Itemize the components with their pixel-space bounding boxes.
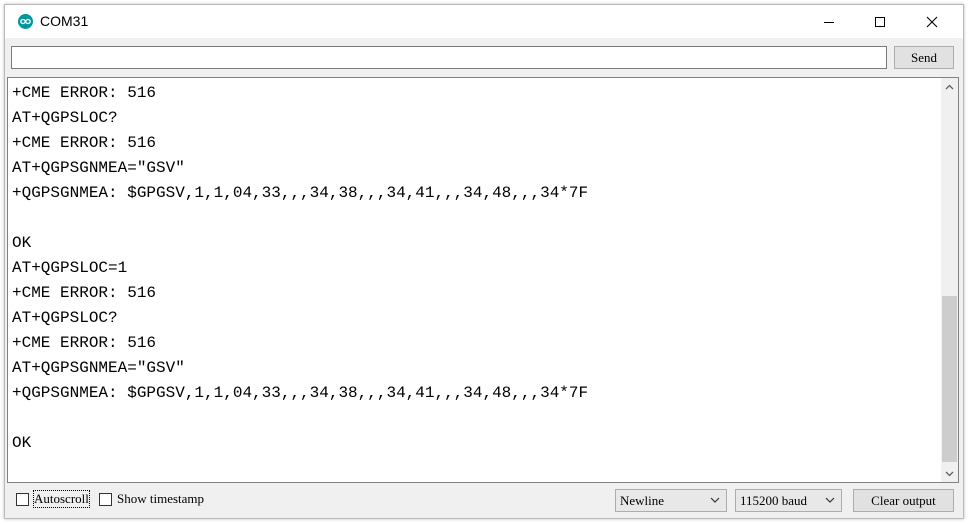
autoscroll-label[interactable]: Autoscroll [33, 490, 90, 508]
scroll-thumb[interactable] [942, 296, 957, 462]
output-line [12, 406, 588, 431]
chevron-down-icon [945, 471, 954, 476]
output-line: OK [12, 434, 32, 452]
output-line: +CME ERROR: 516 [12, 134, 157, 152]
bottom-toolbar: Autoscroll Show timestamp Newline 115200… [5, 484, 963, 518]
output-lines: +CME ERROR: 516 AT+QGPSLOC? +CME ERROR: 51… [12, 81, 588, 456]
minimize-button[interactable] [806, 5, 852, 38]
scroll-up-button[interactable] [941, 78, 958, 95]
line-ending-value: Newline [620, 493, 665, 508]
output-line: +QGPSGNMEA: $GPGSV,1,1,04,33,,,34,38,,,3… [12, 184, 589, 202]
output-line: AT+QGPSLOC=1 [12, 259, 128, 277]
output-line: AT+QGPSLOC? [12, 109, 118, 127]
chevron-up-icon [945, 84, 954, 89]
vertical-scrollbar[interactable] [941, 78, 958, 482]
serial-output[interactable]: +CME ERROR: 516 AT+QGPSLOC? +CME ERROR: 51… [7, 77, 959, 483]
autoscroll-checkbox[interactable] [16, 493, 29, 506]
title-bar[interactable]: COM31 [5, 5, 963, 38]
window-title: COM31 [40, 13, 89, 29]
serial-monitor-window: COM31 Send +CME ERROR: 516 AT+QGPSLOC? +CM… [4, 4, 964, 519]
output-line: +CME ERROR: 516 [12, 84, 157, 102]
chevron-down-icon [710, 497, 720, 503]
clear-output-button[interactable]: Clear output [853, 489, 954, 512]
line-ending-select[interactable]: Newline [615, 489, 727, 512]
arduino-infinity-icon [18, 14, 33, 29]
output-line: AT+QGPSGNMEA="GSV" [12, 359, 185, 377]
chevron-down-icon [825, 497, 835, 503]
command-input[interactable] [11, 46, 887, 69]
show-timestamp-checkbox[interactable] [99, 493, 112, 506]
output-line: AT+QGPSLOC? [12, 309, 118, 327]
output-line: OK [12, 234, 32, 252]
output-line: +CME ERROR: 516 [12, 334, 157, 352]
maximize-button[interactable] [857, 5, 903, 38]
scroll-down-button[interactable] [941, 465, 958, 482]
baud-rate-select[interactable]: 115200 baud [735, 489, 842, 512]
maximize-icon [875, 16, 885, 27]
command-row: Send [5, 38, 963, 76]
output-line: +QGPSGNMEA: $GPGSV,1,1,04,33,,,34,38,,,3… [12, 384, 589, 402]
close-icon [926, 16, 938, 27]
close-button[interactable] [909, 5, 955, 38]
baud-rate-value: 115200 baud [740, 493, 808, 508]
output-line: +CME ERROR: 516 [12, 284, 157, 302]
output-line [12, 206, 588, 231]
output-line: AT+QGPSGNMEA="GSV" [12, 159, 185, 177]
show-timestamp-label[interactable]: Show timestamp [117, 491, 204, 507]
send-button[interactable]: Send [894, 46, 954, 69]
minimize-icon [824, 21, 834, 23]
